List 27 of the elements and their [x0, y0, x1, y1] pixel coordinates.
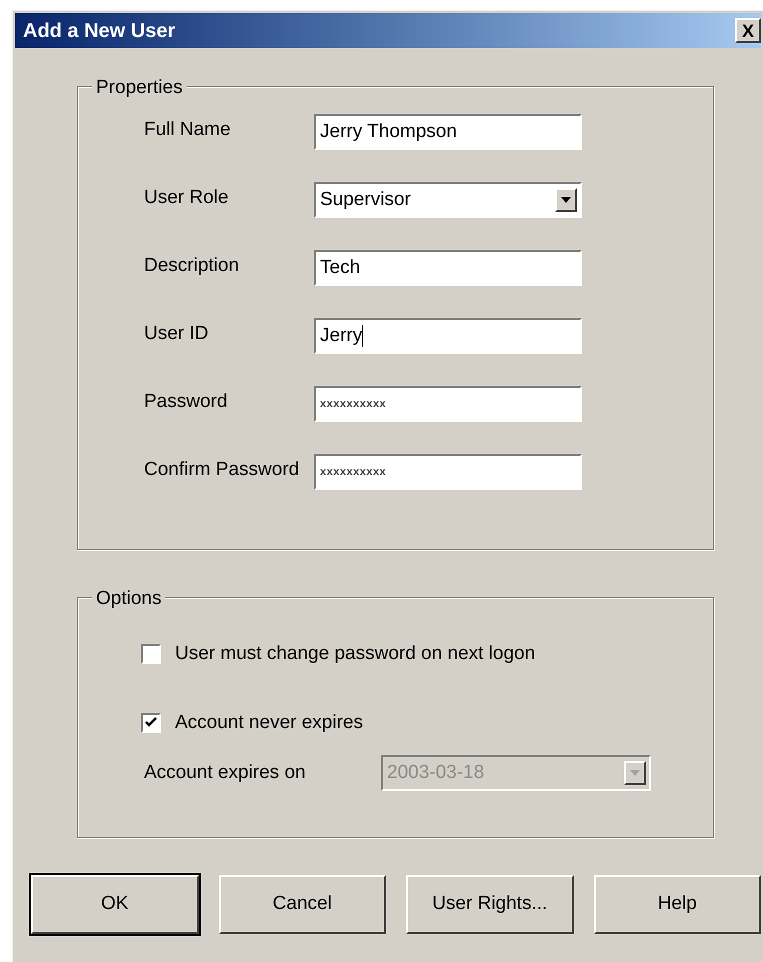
- checkbox-option[interactable]: Account never expires: [141, 708, 363, 737]
- text-field[interactable]: Tech: [314, 250, 582, 286]
- dialog-button[interactable]: Help: [594, 875, 761, 934]
- dialog-button[interactable]: Cancel: [218, 875, 386, 934]
- checkmark-icon: [145, 717, 157, 728]
- field-label: Password: [143, 390, 228, 414]
- field-label: Description: [143, 254, 240, 278]
- checkbox[interactable]: [141, 712, 161, 733]
- caret-icon: [630, 770, 640, 776]
- dialog-button[interactable]: User Rights...: [406, 875, 574, 934]
- field-label: User Role: [143, 186, 230, 210]
- caret-icon: [561, 197, 571, 203]
- password-field[interactable]: xxxxxxxxxx: [314, 454, 582, 490]
- field-label: Confirm Password: [143, 458, 300, 482]
- field-label: Account expires on: [143, 760, 307, 785]
- text-field[interactable]: Jerry Thompson: [314, 114, 582, 150]
- field-label: User ID: [143, 322, 210, 346]
- dropdown-arrow-button[interactable]: [555, 188, 577, 212]
- field-label: Full Name: [143, 118, 232, 142]
- text-field[interactable]: Jerry: [314, 318, 582, 354]
- checkbox-option[interactable]: User must change password on next logon: [141, 640, 536, 668]
- dialog-button[interactable]: OK: [31, 875, 198, 934]
- password-field[interactable]: xxxxxxxxxx: [314, 386, 582, 422]
- window-title: Add a New User: [23, 18, 176, 44]
- checkbox[interactable]: [141, 644, 161, 664]
- close-button[interactable]: X: [735, 18, 761, 43]
- role-dropdown[interactable]: Supervisor: [314, 182, 582, 218]
